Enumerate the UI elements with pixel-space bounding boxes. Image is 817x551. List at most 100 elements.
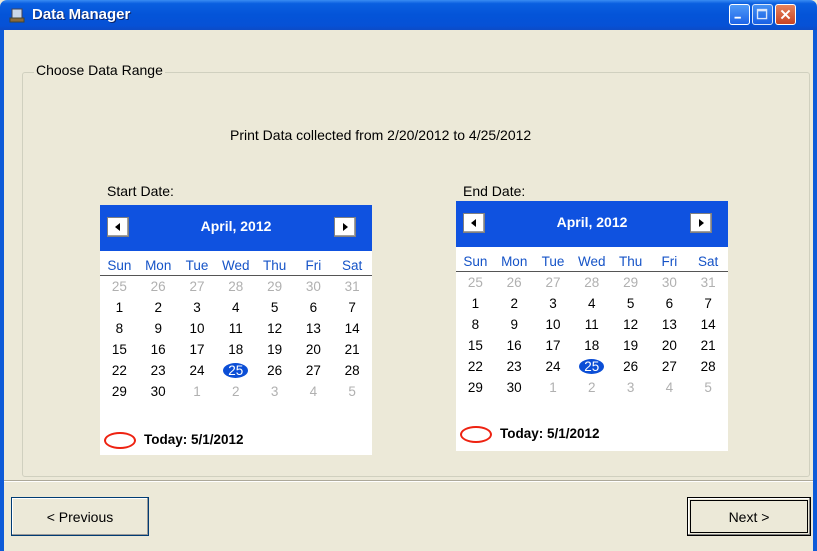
day-number: 26 — [623, 359, 639, 374]
calendar-week-row: 25 26 27 28 29 30 31 — [456, 272, 728, 293]
day-cell[interactable]: 5 — [255, 297, 294, 318]
day-cell[interactable]: 28 — [333, 360, 372, 381]
day-cell[interactable]: 5 — [689, 377, 728, 398]
day-cell[interactable]: 2 — [495, 293, 534, 314]
day-cell[interactable]: 3 — [534, 293, 573, 314]
close-button[interactable] — [775, 4, 796, 25]
day-cell[interactable]: 30 — [650, 272, 689, 293]
selected-day-cell[interactable]: 25 — [216, 360, 255, 381]
day-cell[interactable]: 6 — [294, 297, 333, 318]
day-cell[interactable]: 1 — [456, 293, 495, 314]
day-cell[interactable]: 15 — [456, 335, 495, 356]
day-cell[interactable]: 11 — [572, 314, 611, 335]
day-cell[interactable]: 20 — [294, 339, 333, 360]
day-cell[interactable]: 23 — [495, 356, 534, 377]
day-cell[interactable]: 7 — [689, 293, 728, 314]
next-month-button[interactable] — [690, 213, 712, 233]
day-cell[interactable]: 1 — [178, 381, 217, 402]
day-cell[interactable]: 24 — [178, 360, 217, 381]
next-button[interactable]: Next > — [687, 497, 811, 536]
day-cell[interactable]: 12 — [255, 318, 294, 339]
day-cell[interactable]: 19 — [255, 339, 294, 360]
day-cell[interactable]: 22 — [100, 360, 139, 381]
start-date-calendar[interactable]: April, 2012 Sun Mon Tue Wed Thu Fri Sat 25 26 27 2… — [100, 205, 372, 455]
day-cell[interactable]: 10 — [178, 318, 217, 339]
day-cell[interactable]: 24 — [534, 356, 573, 377]
day-cell[interactable]: 29 — [255, 276, 294, 297]
day-cell[interactable]: 14 — [689, 314, 728, 335]
day-cell[interactable]: 2 — [572, 377, 611, 398]
day-cell[interactable]: 12 — [611, 314, 650, 335]
day-cell[interactable]: 10 — [534, 314, 573, 335]
day-cell[interactable]: 28 — [689, 356, 728, 377]
day-cell[interactable]: 5 — [333, 381, 372, 402]
day-cell[interactable]: 21 — [333, 339, 372, 360]
title-bar[interactable]: Data Manager — [0, 0, 817, 30]
day-cell[interactable]: 13 — [650, 314, 689, 335]
day-number: 12 — [267, 321, 283, 336]
end-date-calendar[interactable]: April, 2012 Sun Mon Tue Wed Thu Fri Sat 25 26 27 2… — [456, 201, 728, 451]
day-cell[interactable]: 21 — [689, 335, 728, 356]
day-number: 31 — [344, 279, 360, 294]
day-cell[interactable]: 27 — [650, 356, 689, 377]
day-cell[interactable]: 3 — [255, 381, 294, 402]
day-cell[interactable]: 30 — [139, 381, 178, 402]
day-cell[interactable]: 5 — [611, 293, 650, 314]
day-cell[interactable]: 31 — [689, 272, 728, 293]
next-month-button[interactable] — [334, 217, 356, 237]
day-cell[interactable]: 14 — [333, 318, 372, 339]
day-cell[interactable]: 17 — [178, 339, 217, 360]
day-cell[interactable]: 2 — [139, 297, 178, 318]
day-cell[interactable]: 4 — [650, 377, 689, 398]
day-cell[interactable]: 18 — [572, 335, 611, 356]
day-cell[interactable]: 8 — [100, 318, 139, 339]
day-cell[interactable]: 3 — [178, 297, 217, 318]
day-cell[interactable]: 28 — [572, 272, 611, 293]
today-row[interactable]: Today: 5/1/2012 — [456, 423, 728, 445]
minimize-button[interactable] — [729, 4, 750, 25]
day-cell[interactable]: 25 — [456, 272, 495, 293]
day-cell[interactable]: 26 — [611, 356, 650, 377]
day-cell[interactable]: 2 — [216, 381, 255, 402]
day-cell[interactable]: 4 — [294, 381, 333, 402]
day-cell[interactable]: 20 — [650, 335, 689, 356]
day-cell[interactable]: 19 — [611, 335, 650, 356]
day-cell[interactable]: 11 — [216, 318, 255, 339]
today-row[interactable]: Today: 5/1/2012 — [100, 429, 372, 451]
day-cell[interactable]: 28 — [216, 276, 255, 297]
day-cell[interactable]: 16 — [495, 335, 534, 356]
day-cell[interactable]: 1 — [100, 297, 139, 318]
day-cell[interactable]: 29 — [100, 381, 139, 402]
day-cell[interactable]: 13 — [294, 318, 333, 339]
day-cell[interactable]: 6 — [650, 293, 689, 314]
day-cell[interactable]: 26 — [255, 360, 294, 381]
day-cell[interactable]: 29 — [611, 272, 650, 293]
day-cell[interactable]: 27 — [294, 360, 333, 381]
selected-day-cell[interactable]: 25 — [572, 356, 611, 377]
day-cell[interactable]: 17 — [534, 335, 573, 356]
day-cell[interactable]: 15 — [100, 339, 139, 360]
day-cell[interactable]: 9 — [495, 314, 534, 335]
day-cell[interactable]: 27 — [178, 276, 217, 297]
previous-button[interactable]: < Previous — [11, 497, 149, 536]
day-cell[interactable]: 31 — [333, 276, 372, 297]
day-cell[interactable]: 4 — [572, 293, 611, 314]
day-cell[interactable]: 8 — [456, 314, 495, 335]
day-cell[interactable]: 3 — [611, 377, 650, 398]
day-cell[interactable]: 30 — [294, 276, 333, 297]
day-cell[interactable]: 23 — [139, 360, 178, 381]
day-cell[interactable]: 26 — [495, 272, 534, 293]
day-cell[interactable]: 29 — [456, 377, 495, 398]
day-cell[interactable]: 7 — [333, 297, 372, 318]
day-cell[interactable]: 22 — [456, 356, 495, 377]
day-cell[interactable]: 26 — [139, 276, 178, 297]
day-cell[interactable]: 4 — [216, 297, 255, 318]
day-cell[interactable]: 25 — [100, 276, 139, 297]
day-cell[interactable]: 9 — [139, 318, 178, 339]
day-cell[interactable]: 1 — [534, 377, 573, 398]
day-cell[interactable]: 16 — [139, 339, 178, 360]
maximize-button[interactable] — [752, 4, 773, 25]
day-cell[interactable]: 18 — [216, 339, 255, 360]
day-cell[interactable]: 30 — [495, 377, 534, 398]
day-cell[interactable]: 27 — [534, 272, 573, 293]
